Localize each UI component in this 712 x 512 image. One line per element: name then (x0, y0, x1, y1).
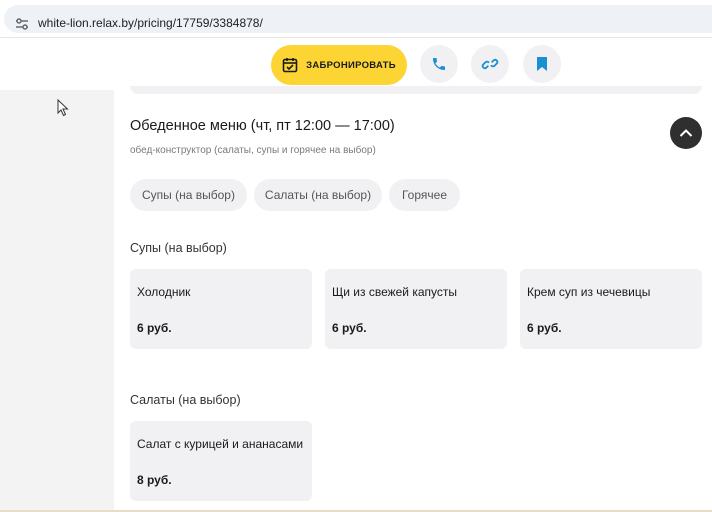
book-button[interactable]: ЗАБРОНИРОВАТЬ (271, 45, 407, 85)
menu-title: Обеденное меню (чт, пт 12:00 — 17:00) (130, 118, 395, 134)
menu-item-name: Салат с курицей и ананасами (137, 437, 304, 451)
url-text: white-lion.relax.by/pricing/17759/338487… (38, 16, 263, 30)
menu-item-name: Холодник (137, 285, 191, 299)
previous-section-edge (130, 86, 702, 94)
url-field[interactable]: white-lion.relax.by/pricing/17759/338487… (4, 5, 712, 33)
link-icon (481, 58, 499, 70)
menu-item-name: Крем суп из чечевицы (527, 285, 651, 299)
bookmark-button[interactable] (523, 45, 561, 83)
group-title-salads: Салаты (на выбор) (130, 393, 241, 407)
book-button-label: ЗАБРОНИРОВАТЬ (306, 59, 396, 71)
mouse-cursor-icon (57, 99, 69, 117)
calendar-icon (282, 58, 298, 73)
site-settings-icon[interactable] (15, 17, 29, 31)
group-title-soups: Супы (на выбор) (130, 241, 227, 255)
scroll-up-button[interactable] (670, 117, 702, 149)
chip-salads[interactable]: Салаты (на выбор) (254, 179, 382, 211)
menu-item-card[interactable]: Холодник 6 руб. (130, 269, 312, 349)
left-sidebar (0, 90, 114, 512)
menu-item-price: 8 руб. (137, 473, 172, 487)
menu-item-card[interactable]: Крем суп из чечевицы 6 руб. (520, 269, 702, 349)
phone-icon (433, 58, 445, 70)
menu-item-card[interactable]: Салат с курицей и ананасами 8 руб. (130, 421, 312, 501)
menu-item-name: Щи из свежей капусты (332, 285, 458, 299)
call-button[interactable] (420, 45, 458, 83)
browser-address-bar: white-lion.relax.by/pricing/17759/338487… (0, 0, 712, 38)
menu-subtitle: обед-конструктор (салаты, супы и горячее… (130, 145, 376, 156)
bookmark-icon (537, 57, 547, 71)
menu-item-card[interactable]: Щи из свежей капусты 6 руб. (325, 269, 507, 349)
menu-item-price: 6 руб. (137, 321, 172, 335)
chip-soups[interactable]: Супы (на выбор) (130, 179, 247, 211)
share-link-button[interactable] (471, 45, 509, 83)
menu-item-price: 6 руб. (527, 321, 562, 335)
chip-hot-dishes[interactable]: Горячее (389, 179, 460, 211)
chevron-up-icon (679, 129, 693, 137)
menu-item-price: 6 руб. (332, 321, 367, 335)
